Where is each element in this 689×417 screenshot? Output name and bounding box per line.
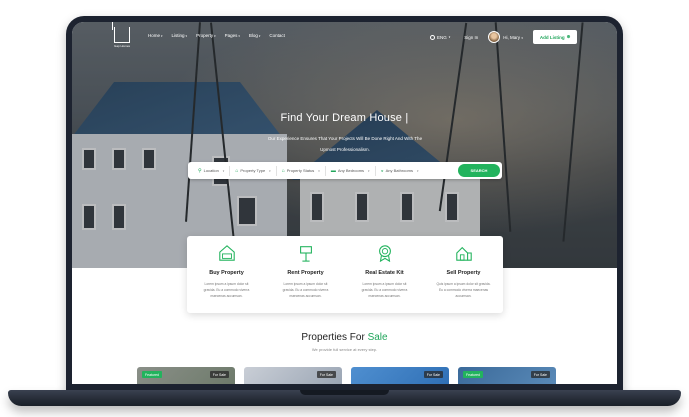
search-button[interactable]: SEARCH — [458, 164, 500, 177]
property-type-select[interactable]: ⌂ Property Type ▾ — [230, 165, 277, 176]
service-description: Lorem ipsum a ipsum dolor sit gravida. E… — [282, 282, 329, 298]
user-menu[interactable]: Hi, Mary ▾ — [503, 35, 523, 40]
status-badge: For Sale — [316, 371, 336, 378]
service-rent-property[interactable]: Rent Property Lorem ipsum a ipsum dolor … — [266, 236, 345, 313]
property-card[interactable]: Featured For Sale — [137, 367, 235, 384]
property-cards: Featured For Sale For Sale For Sale Feat… — [137, 367, 556, 384]
chevron-down-icon: ▾ — [238, 34, 240, 38]
screen: Gap Homes Home▾ Listing▾ Property▾ Pages… — [72, 22, 617, 384]
service-title: Rent Property — [287, 270, 324, 276]
services-card: Buy Property Lorem ipsum a ipsum dolor s… — [187, 236, 503, 313]
hero-subtitle: Our Experience Ensures That Your Project… — [267, 136, 423, 152]
building-icon — [455, 246, 472, 261]
signin-link[interactable]: Sign In — [464, 35, 478, 40]
map-pin-icon: ⚲ — [198, 167, 202, 174]
bath-icon: ◒ — [380, 167, 384, 174]
service-description: Lorem ipsum a ipsum dolor sit gravida. E… — [203, 282, 250, 298]
globe-icon — [430, 34, 435, 40]
top-navbar: Gap Homes Home▾ Listing▾ Property▾ Pages… — [72, 22, 617, 52]
bathrooms-select[interactable]: ◒ Any Bathrooms ▾ — [376, 166, 424, 176]
bedrooms-select[interactable]: ▬ Any Bedrooms ▾ — [326, 165, 376, 176]
nav-item-property[interactable]: Property▾ — [196, 33, 216, 38]
laptop-notch — [300, 390, 389, 395]
rent-sign-icon — [299, 246, 312, 262]
chevron-down-icon: ▾ — [368, 168, 370, 173]
chevron-down-icon: ▾ — [521, 35, 523, 40]
nav-item-blog[interactable]: Blog▾ — [249, 33, 261, 38]
home-icon: ⌂ — [235, 167, 239, 174]
bed-icon: ▬ — [330, 167, 336, 174]
service-title: Sell Property — [446, 270, 481, 276]
search-bar: ⚲ Location ▾ ⌂ Property Type ▾ ⌂ Propert… — [188, 162, 502, 179]
status-badge: For Sale — [530, 371, 550, 378]
chevron-down-icon: ▾ — [214, 34, 216, 38]
home-icon: ⌂ — [281, 167, 285, 174]
nav-right: ENG ▾ Sign In Hi, Mary ▾ Add Listing ⊕ — [430, 30, 578, 44]
plus-circle-icon: ⊕ — [566, 34, 571, 39]
nav-item-pages[interactable]: Pages▾ — [225, 33, 240, 38]
avatar[interactable] — [488, 31, 501, 43]
award-icon — [378, 245, 391, 262]
service-real-estate-kit[interactable]: Real Estate Kit Lorem ipsum a ipsum dolo… — [345, 236, 424, 313]
featured-badge: Featured — [142, 371, 163, 378]
service-description: Lorem ipsum a ipsum dolor sit gravida. E… — [361, 282, 408, 298]
service-title: Buy Property — [209, 270, 244, 276]
property-status-select[interactable]: ⌂ Property Status ▾ — [277, 165, 326, 176]
hero-title: Find Your Dream House | — [280, 112, 409, 124]
service-buy-property[interactable]: Buy Property Lorem ipsum a ipsum dolor s… — [187, 236, 266, 313]
property-card[interactable]: For Sale — [351, 367, 449, 384]
service-title: Real Estate Kit — [365, 270, 404, 276]
chevron-down-icon: ▾ — [269, 168, 271, 173]
featured-badge: Featured — [463, 371, 484, 378]
nav-item-home[interactable]: Home▾ — [148, 33, 163, 38]
status-badge: For Sale — [209, 371, 229, 378]
chevron-down-icon: ▾ — [258, 34, 261, 38]
location-select[interactable]: ⚲ Location ▾ — [193, 165, 231, 176]
chevron-down-icon: ▾ — [222, 168, 225, 173]
section-title: Properties For Sale — [301, 332, 388, 343]
section-subtitle: We provide full service at every step. — [311, 347, 378, 352]
logo-house-icon[interactable] — [114, 27, 130, 43]
nav-item-contact[interactable]: Contact — [269, 33, 285, 38]
language-select[interactable]: ENG ▾ — [430, 34, 451, 40]
chevron-down-icon: ▾ — [185, 34, 188, 38]
service-description: Quis ipsum a ipsum dolor sit gravida. Eu… — [436, 282, 491, 298]
chevron-down-icon: ▾ — [318, 168, 320, 173]
property-card[interactable]: Featured For Sale — [458, 367, 556, 384]
property-card[interactable]: For Sale — [244, 367, 342, 384]
chevron-down-icon: ▾ — [161, 34, 163, 38]
chevron-down-icon: ▾ — [448, 35, 451, 39]
nav-menu: Home▾ Listing▾ Property▾ Pages▾ Blog▾ Co… — [148, 33, 285, 38]
nav-item-listing[interactable]: Listing▾ — [172, 33, 188, 38]
language-label: ENG — [437, 34, 447, 40]
logo-text: Gap Homes — [113, 44, 130, 48]
house-sale-icon — [218, 245, 235, 261]
status-badge: For Sale — [423, 371, 443, 378]
chevron-down-icon: ▾ — [416, 168, 419, 173]
add-listing-button[interactable]: Add Listing ⊕ — [532, 30, 578, 44]
service-sell-property[interactable]: Sell Property Quis ipsum a ipsum dolor s… — [424, 236, 503, 313]
